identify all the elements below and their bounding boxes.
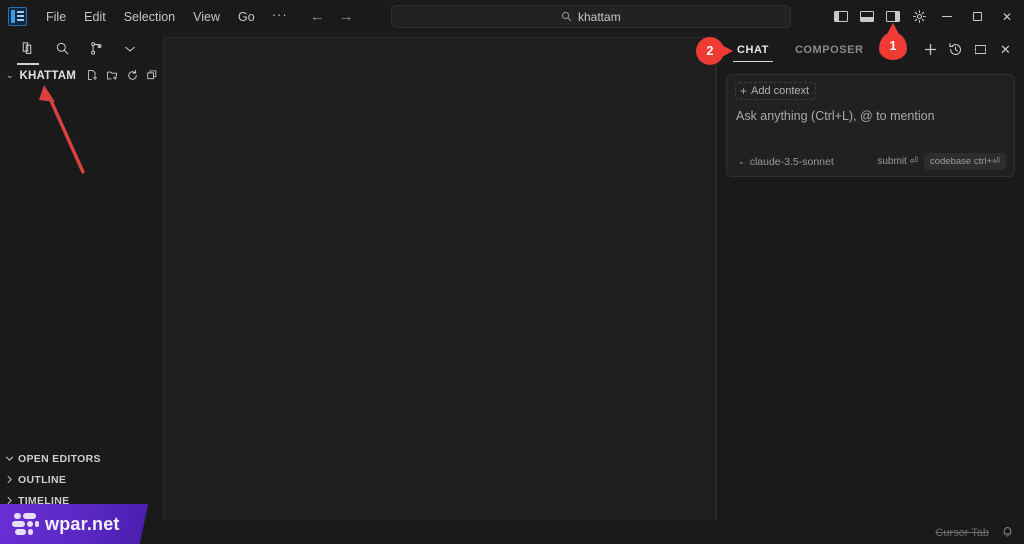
sidebar-section-label: OPEN EDITORS xyxy=(18,452,101,465)
search-icon xyxy=(56,42,68,55)
add-context-button[interactable]: + Add context xyxy=(735,82,817,100)
window-right-controls: ✕ xyxy=(828,0,1022,33)
maximize-icon xyxy=(972,12,982,21)
new-chat-icon xyxy=(924,43,937,56)
submit-hint-label[interactable]: submit ⏎ xyxy=(877,156,918,167)
new-chat-button[interactable] xyxy=(918,37,943,62)
menu-item-view[interactable]: View xyxy=(184,6,229,28)
toggle-panel[interactable] xyxy=(854,4,880,30)
sidebar-item-source-control[interactable] xyxy=(79,35,113,63)
pin-tail xyxy=(720,44,733,58)
status-cursor-tab[interactable]: Cursor Tab xyxy=(935,527,989,539)
toggle-primary-sidebar[interactable] xyxy=(828,4,854,30)
chat-content: + Add context Ask anything (Ctrl+L), @ t… xyxy=(717,66,1024,177)
explorer-folder-header[interactable]: ⌄ KHATTAM xyxy=(0,64,161,87)
folder-name-label: KHATTAM xyxy=(19,69,77,82)
bell-icon xyxy=(1003,526,1012,536)
watermark-text: wpar.net xyxy=(45,513,120,534)
workbench-body: ⌄ KHATTAM OPEN EDITORS OUTLINE TIMELINE … xyxy=(0,33,1024,521)
pin-number: 1 xyxy=(889,39,897,53)
model-selector[interactable]: ⌄ claude-3.5-sonnet xyxy=(735,156,834,168)
panel-bottom-icon xyxy=(860,11,874,22)
maximize-button[interactable] xyxy=(962,0,992,33)
close-chat-button[interactable]: ✕ xyxy=(993,37,1018,62)
collapse-folders-icon xyxy=(147,70,157,80)
watermark-logo-icon xyxy=(11,513,39,535)
chat-history-button[interactable] xyxy=(943,37,968,62)
back-icon[interactable]: ← xyxy=(310,9,325,24)
settings-button[interactable] xyxy=(906,4,932,30)
expand-chat-button[interactable] xyxy=(968,37,993,62)
gear-icon xyxy=(912,10,926,23)
expand-chat-icon xyxy=(975,44,986,55)
chat-panel: CHAT COMPOSER ✕ + Add context Ask anythi… xyxy=(716,33,1024,521)
add-context-label: Add context xyxy=(751,85,810,97)
sidebar-item-search[interactable] xyxy=(45,35,79,63)
empty-editor-surface[interactable] xyxy=(163,37,716,520)
menu-item-selection[interactable]: Selection xyxy=(115,6,184,28)
activity-bar xyxy=(0,33,161,65)
composer-footer: ⌄ claude-3.5-sonnet submit ⏎ codebase ct… xyxy=(735,153,1006,170)
codebase-shortcut-badge[interactable]: codebase ctrl+⏎ xyxy=(923,153,1006,170)
notifications-button[interactable] xyxy=(1001,525,1014,541)
source-control-icon xyxy=(90,42,101,55)
menu-item-edit[interactable]: Edit xyxy=(75,6,115,28)
sidebar-item-explorer[interactable] xyxy=(11,35,45,65)
minimize-button[interactable] xyxy=(932,0,962,33)
chat-panel-header: CHAT COMPOSER ✕ xyxy=(717,33,1024,66)
chat-input-placeholder[interactable]: Ask anything (Ctrl+L), @ to mention xyxy=(735,109,1006,123)
plus-icon: + xyxy=(740,84,748,98)
search-icon xyxy=(561,11,572,22)
new-folder-icon xyxy=(106,71,118,80)
watermark-banner: wpar.net xyxy=(0,504,149,544)
chat-composer[interactable]: + Add context Ask anything (Ctrl+L), @ t… xyxy=(726,74,1015,177)
search-region: khattam xyxy=(354,5,828,28)
cursor-app-icon xyxy=(8,7,27,26)
forward-icon[interactable]: → xyxy=(339,9,354,24)
collapse-folders-button[interactable] xyxy=(145,67,161,84)
tab-chat[interactable]: CHAT xyxy=(733,36,773,63)
sidebar-item-more-views[interactable] xyxy=(113,35,147,63)
title-bar: File Edit Selection View Go ··· ← → khat… xyxy=(0,0,1024,33)
close-button[interactable]: ✕ xyxy=(992,0,1022,33)
refresh-explorer-button[interactable] xyxy=(125,67,141,84)
search-value: khattam xyxy=(578,9,621,24)
panel-left-icon xyxy=(834,11,848,22)
cursor-editor-window: File Edit Selection View Go ··· ← → khat… xyxy=(0,0,1024,544)
status-bar: Cursor Tab xyxy=(0,521,1024,544)
sidebar-section-outline[interactable]: OUTLINE xyxy=(0,469,161,490)
chevron-down-icon: ⌄ xyxy=(738,156,745,166)
chevron-right-icon xyxy=(7,475,12,484)
chevron-down-icon xyxy=(5,456,14,461)
sidebar-section-label: OUTLINE xyxy=(18,473,67,486)
navigation-buttons: ← → xyxy=(310,9,354,24)
pin-tail xyxy=(886,23,900,36)
command-search-input[interactable]: khattam xyxy=(390,5,791,28)
minimize-icon xyxy=(942,16,952,17)
panel-right-icon xyxy=(886,11,900,22)
editor-area[interactable] xyxy=(161,33,716,521)
more-views-chevron-icon xyxy=(125,46,135,52)
explorer-icon xyxy=(22,42,31,54)
primary-sidebar: ⌄ KHATTAM OPEN EDITORS OUTLINE TIMELINE xyxy=(0,33,161,521)
watermark-content: wpar.net xyxy=(0,513,120,535)
menu-item-file[interactable]: File xyxy=(37,6,75,28)
annotation-pin-2: 2 xyxy=(696,37,733,65)
chat-history-icon xyxy=(949,43,961,55)
refresh-explorer-icon xyxy=(128,69,137,80)
pin-number: 2 xyxy=(706,44,714,58)
new-file-icon xyxy=(87,70,97,80)
menu-item-more[interactable]: ··· xyxy=(264,5,296,29)
new-file-button[interactable] xyxy=(84,67,100,84)
chevron-down-icon: ⌄ xyxy=(5,70,14,80)
file-tree[interactable] xyxy=(0,87,161,448)
menu-item-go[interactable]: Go xyxy=(229,6,264,28)
menu-bar: File Edit Selection View Go ··· xyxy=(37,5,296,29)
model-name-label: claude-3.5-sonnet xyxy=(749,155,834,168)
annotation-pin-1: 1 xyxy=(879,23,907,60)
sidebar-section-open-editors[interactable]: OPEN EDITORS xyxy=(0,448,161,469)
tab-composer[interactable]: COMPOSER xyxy=(791,36,868,63)
new-folder-button[interactable] xyxy=(104,67,120,84)
